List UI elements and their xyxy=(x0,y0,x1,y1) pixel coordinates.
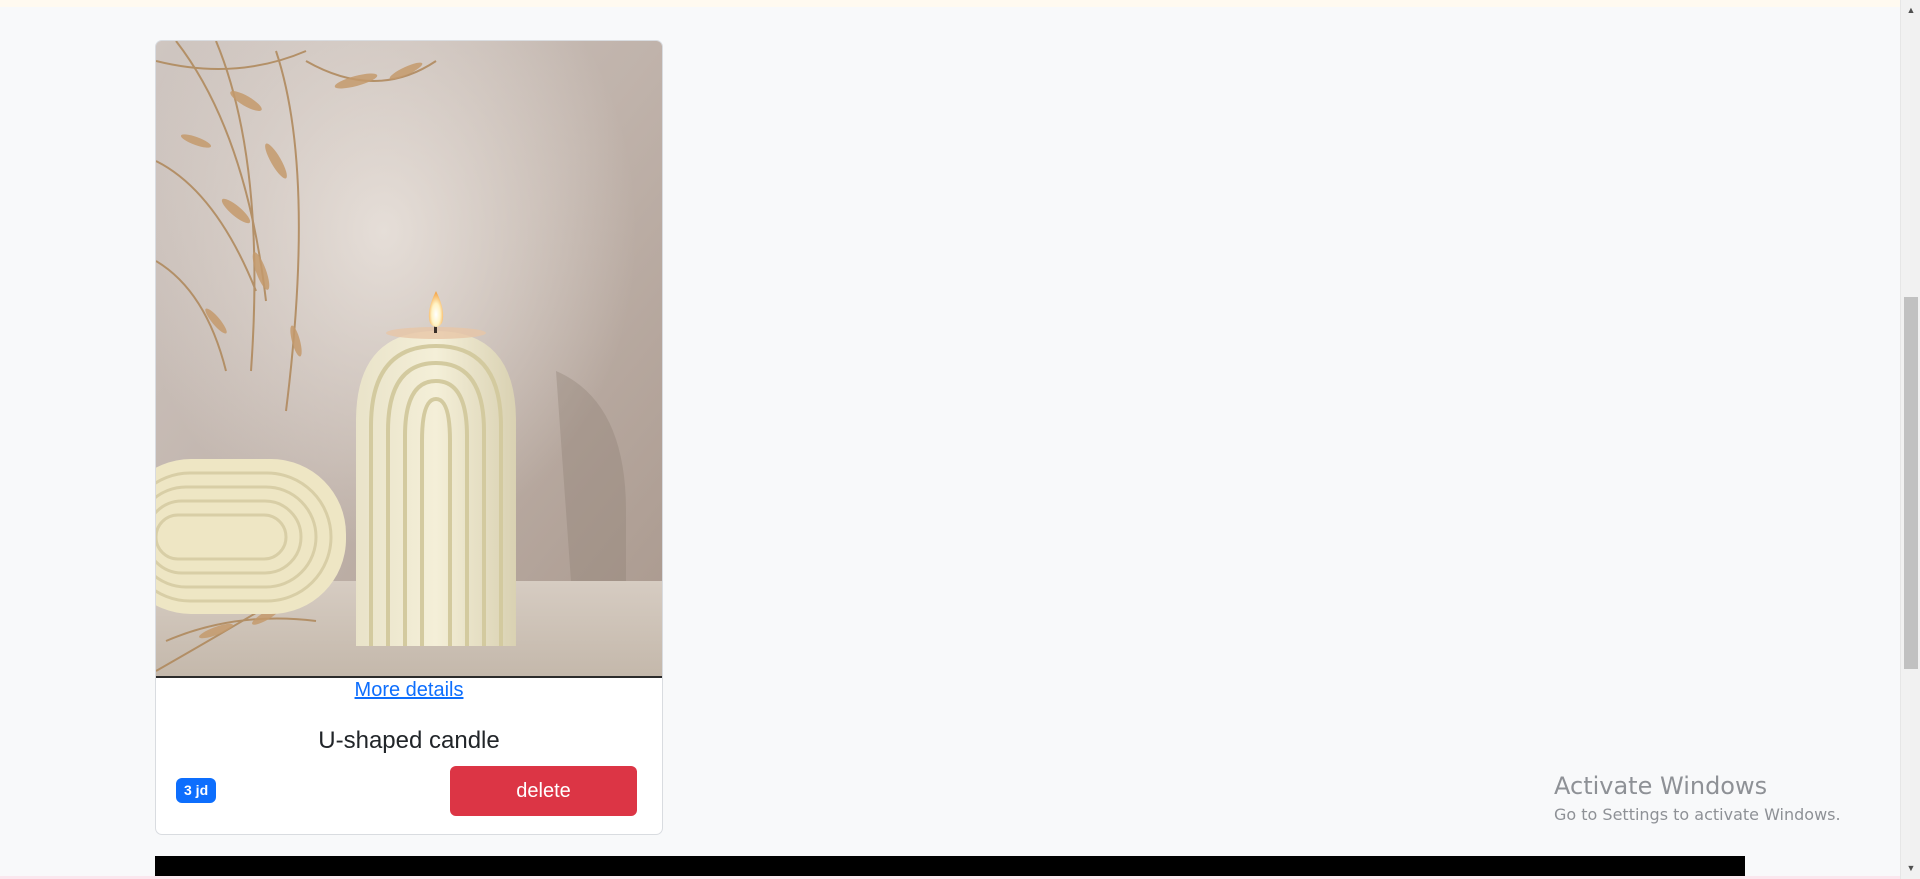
activate-windows-watermark: Activate Windows Go to Settings to activ… xyxy=(1554,771,1841,824)
page: More details U-shaped candle 3 jd delete… xyxy=(0,0,1920,879)
price-badge: 3 jd xyxy=(176,778,217,803)
top-strip xyxy=(0,0,1900,7)
product-name: U-shaped candle xyxy=(318,727,500,754)
scroll-up-icon[interactable]: ▲ xyxy=(1901,2,1920,18)
delete-button[interactable]: delete xyxy=(450,766,637,816)
more-details-link[interactable]: More details xyxy=(156,679,662,702)
product-image[interactable] xyxy=(156,41,662,678)
activate-windows-subtitle: Go to Settings to activate Windows. xyxy=(1554,805,1841,824)
vertical-scrollbar[interactable]: ▲ ▼ xyxy=(1900,0,1920,879)
product-card: More details U-shaped candle 3 jd delete xyxy=(155,40,663,835)
activate-windows-title: Activate Windows xyxy=(1554,772,1768,800)
scroll-thumb[interactable] xyxy=(1904,297,1918,669)
scroll-down-icon[interactable]: ▼ xyxy=(1901,860,1920,876)
